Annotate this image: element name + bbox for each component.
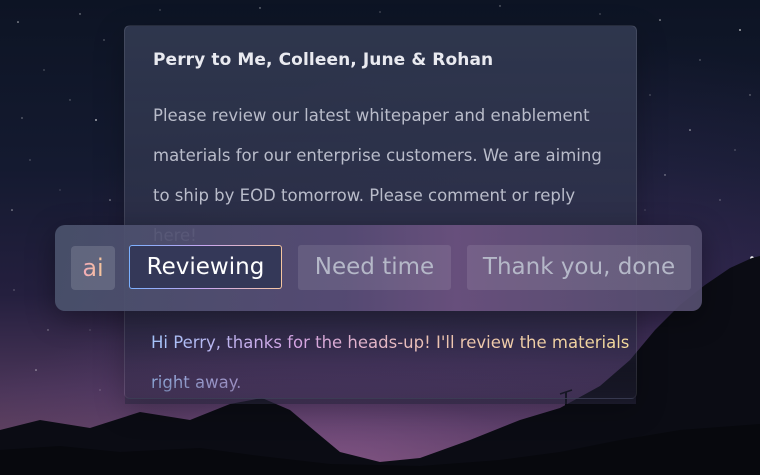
- suggestion-chip-need-time[interactable]: Need time: [298, 245, 451, 290]
- suggestion-chip-reviewing[interactable]: Reviewing: [129, 245, 282, 289]
- suggestion-chip-thank-you-done[interactable]: Thank you, done: [467, 245, 691, 290]
- ai-icon: ai: [71, 246, 115, 290]
- email-card: Perry to Me, Colleen, June & Rohan Pleas…: [124, 25, 637, 404]
- ai-badge-label: ai: [82, 254, 104, 282]
- reply-draft[interactable]: Hi Perry, thanks for the heads-up! I'll …: [151, 323, 631, 403]
- email-sender-recipients: Perry to Me, Colleen, June & Rohan: [153, 50, 494, 70]
- ai-suggestion-bar: ai Reviewing Need time Thank you, done: [55, 225, 702, 311]
